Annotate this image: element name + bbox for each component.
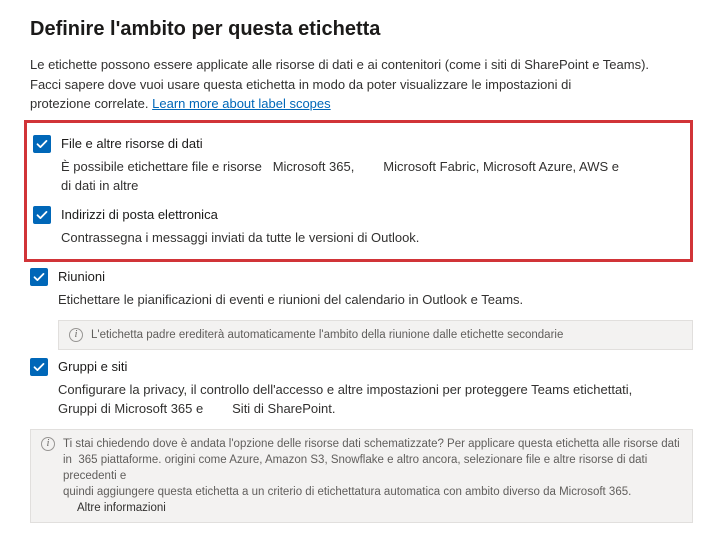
option-files-row: File e altre risorse di dati [33,135,684,153]
intro-line-2b: protezione correlate. [30,96,149,111]
option-meetings-row: Riunioni [30,268,693,286]
meetings-info-bar: i L'etichetta padre erediterà automatica… [58,320,693,350]
option-meetings-desc: Etichettare le pianificazioni di eventi … [58,290,693,310]
footer-info-text: Ti stai chiedendo dove è andata l'opzion… [63,436,682,516]
more-info-link[interactable]: Altre informazioni [77,502,166,514]
highlighted-options: File e altre risorse di dati È possibile… [24,120,693,263]
option-groups-desc: Configurare la privacy, il controllo del… [58,380,693,419]
checkbox-emails[interactable] [33,206,51,224]
option-emails-row: Indirizzi di posta elettronica [33,206,684,224]
intro-text: Le etichette possono essere applicate al… [30,55,693,114]
checkbox-meetings[interactable] [30,268,48,286]
option-meetings-label: Riunioni [58,268,105,284]
option-groups-label: Gruppi e siti [58,358,127,374]
option-emails-label: Indirizzi di posta elettronica [61,206,218,222]
page-title: Definire l'ambito per questa etichetta [30,18,693,41]
intro-line-1: Le etichette possono essere applicate al… [30,57,649,72]
checkmark-icon [33,271,45,283]
intro-line-2a: Facci sapere dove vuoi usare questa etic… [30,77,571,92]
option-files-label: File e altre risorse di dati [61,135,203,151]
info-icon: i [69,328,83,342]
checkmark-icon [33,361,45,373]
option-emails-desc: Contrassegna i messaggi inviati da tutte… [61,228,684,248]
checkmark-icon [36,209,48,221]
option-groups-row: Gruppi e siti [30,358,693,376]
info-icon: i [41,437,55,451]
checkmark-icon [36,138,48,150]
footer-info-bar: i Ti stai chiedendo dove è andata l'opzi… [30,429,693,523]
checkbox-files[interactable] [33,135,51,153]
checkbox-groups[interactable] [30,358,48,376]
meetings-info-text: L'etichetta padre erediterà automaticame… [91,327,563,343]
option-files-desc: È possibile etichettare file e risorse M… [61,157,684,196]
learn-more-link[interactable]: Learn more about label scopes [152,96,331,111]
